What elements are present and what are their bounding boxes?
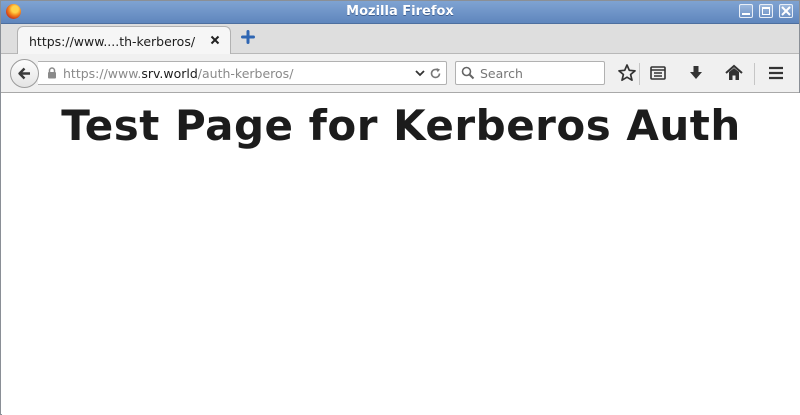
- dropdown-icon[interactable]: [415, 70, 425, 77]
- back-arrow-icon: [18, 67, 30, 80]
- title-bar[interactable]: Mozilla Firefox: [1, 1, 799, 24]
- tab-close-icon[interactable]: [209, 34, 221, 46]
- page-heading: Test Page for Kerberos Auth: [61, 101, 741, 150]
- search-input[interactable]: [480, 65, 598, 81]
- toolbar-separator: [639, 63, 640, 85]
- url-text[interactable]: https://www.srv.world/auth-kerberos/: [63, 66, 293, 81]
- search-icon: [461, 66, 475, 80]
- search-bar[interactable]: [455, 61, 605, 85]
- new-tab-icon[interactable]: [241, 30, 255, 44]
- maximize-icon[interactable]: [759, 4, 773, 18]
- url-host: srv.world: [141, 66, 198, 81]
- tab-title: https://www....th-kerberos/: [29, 34, 196, 49]
- reading-list-icon[interactable]: [648, 63, 668, 83]
- home-icon[interactable]: [724, 63, 744, 83]
- tab-active[interactable]: https://www....th-kerberos/: [17, 26, 231, 54]
- close-window-icon[interactable]: [779, 4, 793, 18]
- toolbar-separator: [754, 63, 755, 85]
- menu-icon[interactable]: [766, 63, 786, 83]
- page-content: Test Page for Kerberos Auth: [2, 93, 800, 415]
- tab-strip: https://www....th-kerberos/: [1, 24, 799, 54]
- window-title: Mozilla Firefox: [346, 4, 454, 19]
- reload-icon[interactable]: [429, 67, 442, 80]
- bookmark-star-icon[interactable]: [617, 63, 637, 83]
- url-scheme: https://www.: [63, 66, 142, 81]
- lock-icon: [48, 67, 56, 79]
- url-path: /auth-kerberos/: [197, 66, 294, 81]
- minimize-icon[interactable]: [739, 4, 753, 18]
- navigation-toolbar: https://www.srv.world/auth-kerberos/: [1, 54, 799, 93]
- url-bar[interactable]: https://www.srv.world/auth-kerberos/: [38, 61, 447, 85]
- back-button[interactable]: [10, 59, 39, 88]
- download-icon[interactable]: [686, 63, 706, 83]
- browser-window: Mozilla Firefox https://www....th-kerber…: [0, 0, 800, 415]
